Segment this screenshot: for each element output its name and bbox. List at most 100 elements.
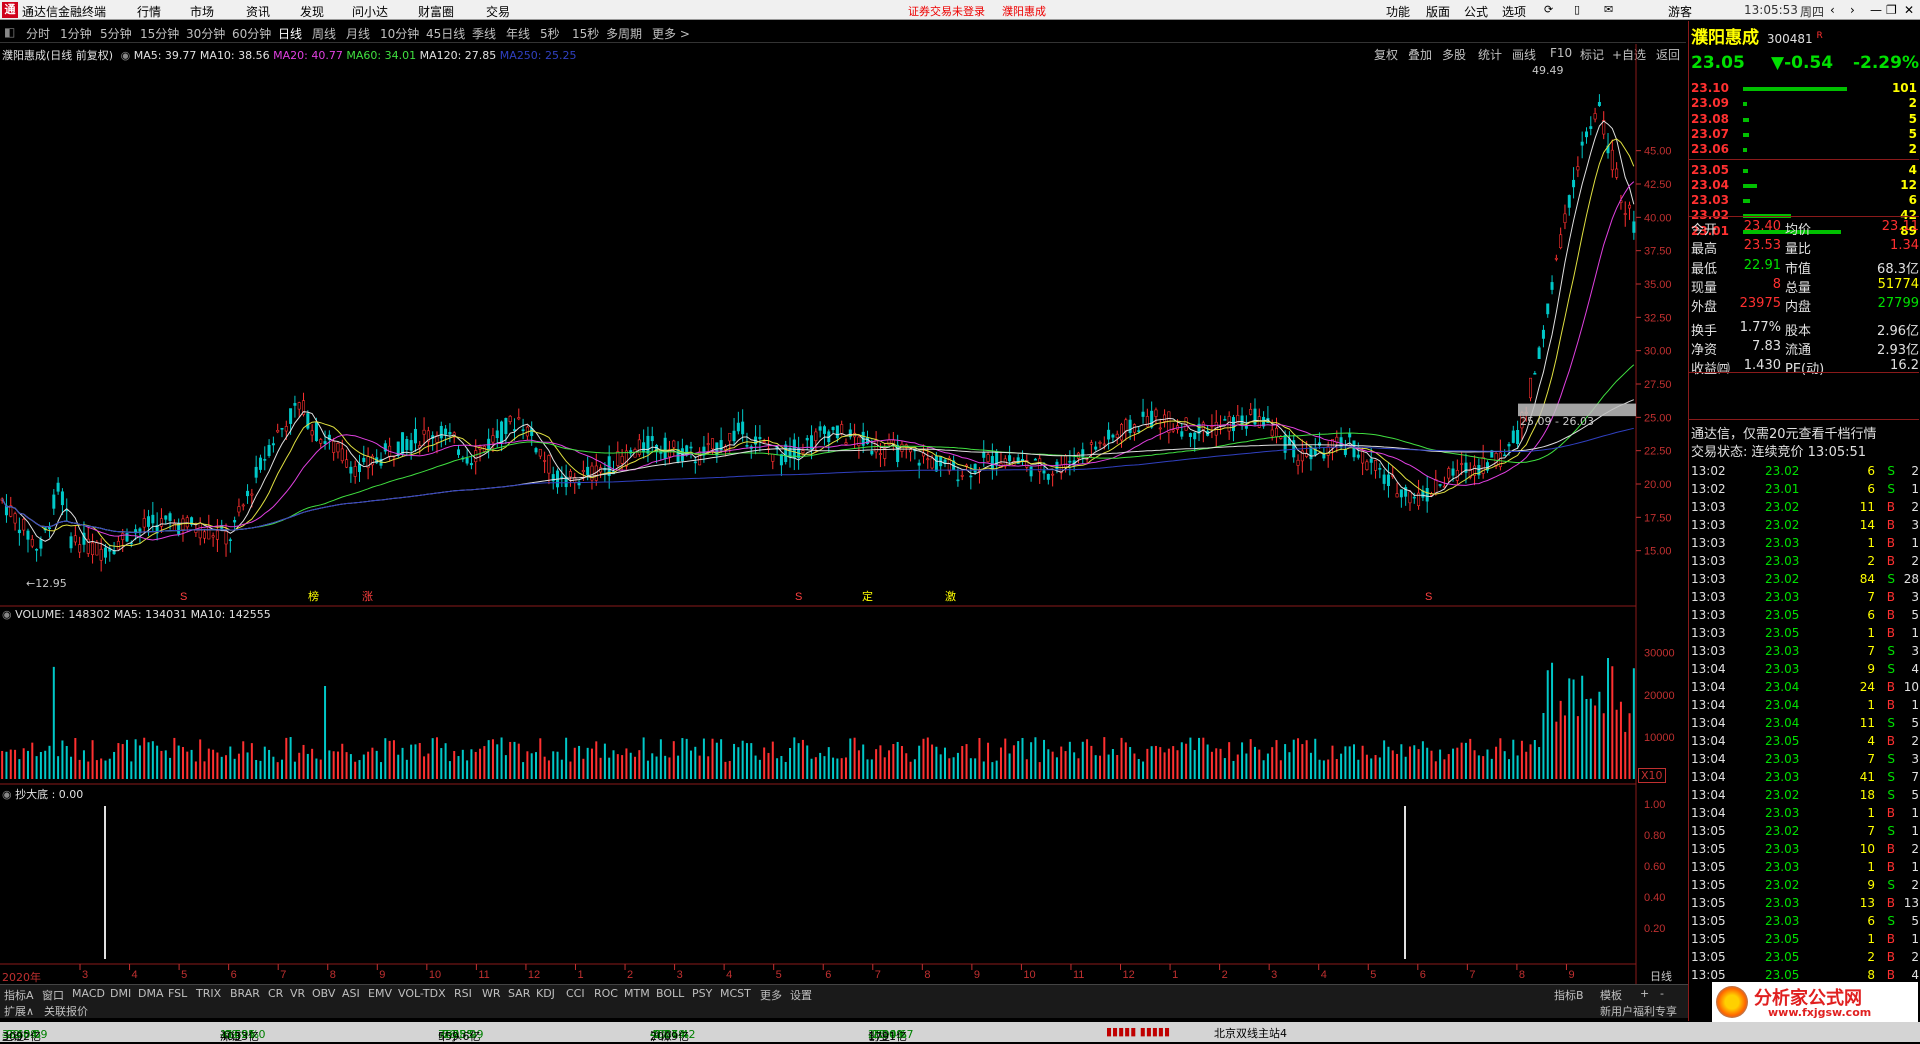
maximize-icon[interactable]: ❐ xyxy=(1886,3,1897,17)
mail-icon[interactable]: ✉ xyxy=(1604,3,1613,16)
menu-item-fortune[interactable]: 财富圈 xyxy=(418,3,454,20)
menu-item-market[interactable]: 行情 xyxy=(137,3,161,20)
ask-volume: 2 xyxy=(1908,96,1917,111)
status-bar: 上证 3348.09 -22.04 -0.65% 3092亿 深证 11691.0… xyxy=(0,1022,1920,1043)
indicator-tab-3[interactable]: DMI xyxy=(110,987,131,1000)
server-name[interactable]: 北京双线主站4 xyxy=(1214,1025,1287,1041)
indicator-tab-8[interactable]: CR xyxy=(268,987,283,1000)
period-monthly[interactable]: 月线 xyxy=(346,25,370,42)
candle-body xyxy=(203,531,207,539)
indicator-tab-23[interactable]: MCST xyxy=(720,987,751,1000)
indicator-right-3[interactable]: - xyxy=(1660,987,1664,1000)
menu-function[interactable]: 功能 xyxy=(1386,3,1410,20)
indicator-toggle-icon[interactable]: ◉ xyxy=(2,788,12,801)
candle-body xyxy=(1120,424,1124,441)
period-intraday[interactable]: 分时 xyxy=(26,25,50,42)
promo-text[interactable]: 通达信，仅需20元查看千档行情 xyxy=(1691,423,1877,442)
indicator-tab-18[interactable]: CCI xyxy=(566,987,585,1000)
period-30min[interactable]: 30分钟 xyxy=(186,25,225,42)
indicator-tab-19[interactable]: ROC xyxy=(594,987,618,1000)
user-label[interactable]: 游客 xyxy=(1668,3,1692,20)
period-60min[interactable]: 60分钟 xyxy=(232,25,271,42)
tick-side: S xyxy=(1887,824,1895,838)
chart-area[interactable]: 45.00 42.50 40.00 37.50 35.00 32.50 30.00 27.50… xyxy=(0,44,1686,984)
period-5min[interactable]: 5分钟 xyxy=(100,25,132,42)
ask-price: 23.06 xyxy=(1691,142,1729,157)
bid-volume: 12 xyxy=(1900,177,1917,192)
tick-row: 13:04 23.03 41 S 7 xyxy=(1691,770,1919,787)
indicator-tab-17[interactable]: KDJ xyxy=(536,987,555,1000)
indicator-tab-15[interactable]: WR xyxy=(482,987,501,1000)
indicator-tab-13[interactable]: VOL-TDX xyxy=(398,987,446,1000)
refresh-icon[interactable]: ⟳ xyxy=(1544,3,1553,16)
related-quote-button[interactable]: 关联报价 xyxy=(44,1003,88,1019)
indicator-tab-11[interactable]: ASI xyxy=(342,987,360,1000)
date-tick-label: 4 xyxy=(726,969,732,981)
tick-count: 1 xyxy=(1911,536,1919,550)
indicator-right-2[interactable]: + xyxy=(1640,987,1649,1000)
candle-body xyxy=(263,459,267,461)
indicator-tick-label: 0.20 xyxy=(1644,923,1665,935)
indicator-tab-6[interactable]: TRIX xyxy=(196,987,221,1000)
menu-options[interactable]: 选项 xyxy=(1502,3,1526,20)
tick-price: 23.03 xyxy=(1765,896,1800,910)
menu-item-markets[interactable]: 市场 xyxy=(190,3,214,20)
period-15min[interactable]: 15分钟 xyxy=(140,25,179,42)
kline-svg[interactable]: 45.00 42.50 40.00 37.50 35.00 32.50 30.00 27.50… xyxy=(0,44,1686,984)
candle-body xyxy=(909,449,913,453)
candle-body xyxy=(362,457,366,463)
period-more[interactable]: 更多 > xyxy=(652,25,690,42)
caption-toggle-icon[interactable]: ◉ xyxy=(121,49,131,62)
period-1min[interactable]: 1分钟 xyxy=(60,25,92,42)
indicator-tab-4[interactable]: DMA xyxy=(138,987,164,1000)
indicator-tab-20[interactable]: MTM xyxy=(624,987,650,1000)
bid-volume: 6 xyxy=(1908,193,1917,208)
menu-item-news[interactable]: 资讯 xyxy=(246,3,270,20)
indicator-tab-14[interactable]: RSI xyxy=(454,987,472,1000)
candle-body xyxy=(1554,257,1558,260)
tick-row: 13:05 23.05 1 B 1 xyxy=(1691,932,1919,949)
period-year[interactable]: 年线 xyxy=(506,25,530,42)
indicator-tab-7[interactable]: BRAR xyxy=(230,987,260,1000)
new-user-promo[interactable]: 新用户福利专享 xyxy=(1600,1003,1677,1019)
candle-body xyxy=(1434,478,1438,494)
date-tick-label: 5 xyxy=(181,969,187,981)
forward-icon[interactable]: › xyxy=(1850,3,1855,17)
minimize-icon[interactable]: — xyxy=(1870,3,1882,17)
indicator-tab-22[interactable]: PSY xyxy=(692,987,712,1000)
period-10min[interactable]: 10分钟 xyxy=(380,25,419,42)
panel-toggle-icon[interactable]: ◧ xyxy=(4,25,15,39)
period-quarter[interactable]: 季线 xyxy=(472,25,496,42)
period-15sec[interactable]: 15秒 xyxy=(572,25,599,42)
volume-toggle-icon[interactable]: ◉ xyxy=(2,608,12,621)
tick-time: 13:04 xyxy=(1691,680,1726,694)
menu-item-trade[interactable]: 交易 xyxy=(486,3,510,20)
candle-body xyxy=(151,514,155,524)
login-warning[interactable]: 证券交易未登录 xyxy=(908,3,985,19)
tick-count: 5 xyxy=(1911,608,1919,622)
indicator-tab-16[interactable]: SAR xyxy=(508,987,530,1000)
period-multi[interactable]: 多周期 xyxy=(606,25,642,42)
menu-layout[interactable]: 版面 xyxy=(1426,3,1450,20)
indicator-tab-21[interactable]: BOLL xyxy=(656,987,684,1000)
menu-item-discover[interactable]: 发现 xyxy=(300,3,324,20)
close-icon[interactable]: ✕ xyxy=(1904,3,1914,17)
indicator-tab-9[interactable]: VR xyxy=(290,987,305,1000)
period-5sec[interactable]: 5秒 xyxy=(540,25,560,42)
period-45day[interactable]: 45日线 xyxy=(426,25,465,42)
phone-icon[interactable]: ▯ xyxy=(1574,3,1580,16)
indicator-tab-2[interactable]: MACD xyxy=(72,987,105,1000)
indicator-tab-5[interactable]: FSL xyxy=(168,987,187,1000)
menu-formula[interactable]: 公式 xyxy=(1464,3,1488,20)
indicator-tab-10[interactable]: OBV xyxy=(312,987,335,1000)
ma20-line xyxy=(1,181,1635,541)
indicator-tab-12[interactable]: EMV xyxy=(368,987,392,1000)
period-daily[interactable]: 日线 xyxy=(278,25,302,42)
candle-body xyxy=(1296,459,1300,466)
ask-row[interactable]: 23.06 2 xyxy=(1691,142,1919,159)
expand-button[interactable]: 扩展∧ xyxy=(4,1003,34,1019)
back-icon[interactable]: ‹ xyxy=(1830,3,1835,17)
period-weekly[interactable]: 周线 xyxy=(312,25,336,42)
candle-body xyxy=(35,548,39,551)
menu-item-ask[interactable]: 问小达 xyxy=(352,3,388,20)
